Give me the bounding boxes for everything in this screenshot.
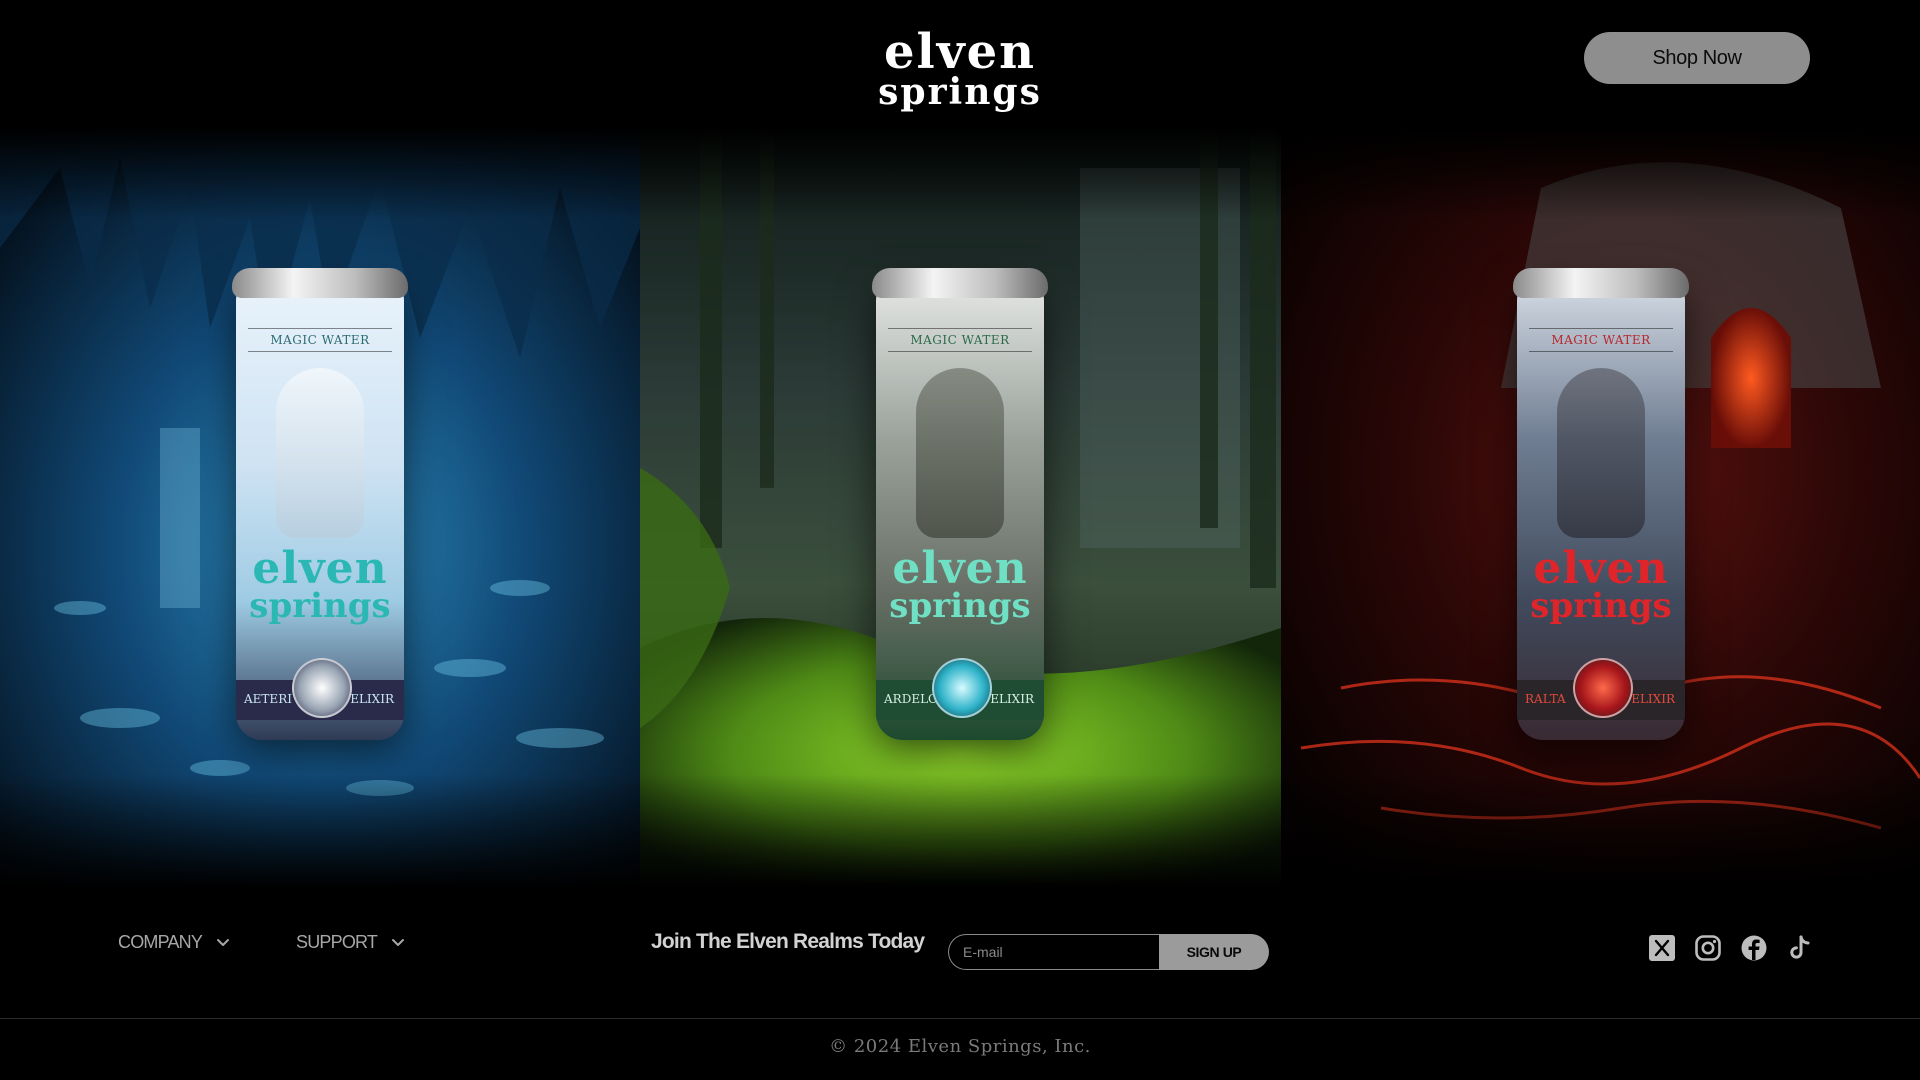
can-body: Magic Water Elven Springs Aeteri Elixir — [236, 278, 404, 740]
facebook-icon[interactable] — [1740, 934, 1768, 962]
can-brand: Elven Springs — [1517, 543, 1685, 626]
brand-logo[interactable]: Elven Springs — [860, 28, 1060, 118]
product-showcase: Magic Water Elven Springs Aeteri Elixir — [0, 128, 1920, 888]
can-tagline: Magic Water — [248, 328, 392, 352]
x-icon[interactable] — [1648, 934, 1676, 962]
can-flavor-type: Elixir — [350, 692, 394, 706]
chevron-down-icon — [392, 939, 405, 946]
newsletter-heading: Join The Elven Realms Today — [651, 930, 925, 953]
logo-line-2: Springs — [878, 71, 1042, 113]
shop-now-button[interactable]: Shop Now — [1584, 32, 1810, 84]
support-menu[interactable]: SUPPORT — [296, 924, 405, 960]
company-menu-label: COMPANY — [118, 931, 203, 952]
can-tagline: Magic Water — [888, 328, 1032, 352]
product-panel-lava[interactable]: Magic Water Elven Springs Ralta Elixir — [1281, 128, 1920, 888]
can-brand-line-1: Elven — [252, 543, 388, 594]
can-flavor-type: Elixir — [990, 692, 1034, 706]
can-rim — [232, 268, 408, 298]
instagram-icon[interactable] — [1694, 934, 1722, 962]
can-body: Magic Water Elven Springs Ardelorc Elixi… — [876, 278, 1044, 740]
can-tagline: Magic Water — [1529, 328, 1673, 352]
elf-artwork — [276, 368, 364, 538]
chevron-down-icon — [217, 939, 230, 946]
elf-artwork — [1557, 368, 1645, 538]
signup-button[interactable]: SIGN UP — [1159, 934, 1269, 970]
can-brand: Elven Springs — [236, 543, 404, 626]
can-rim — [1513, 268, 1689, 298]
site-footer: COMPANY SUPPORT Join The Elven Realms To… — [0, 888, 1920, 1020]
can-ralta[interactable]: Magic Water Elven Springs Ralta Elixir — [1513, 268, 1689, 750]
site-header: Elven Springs Shop Now — [0, 0, 1920, 128]
dragon-emblem-icon — [1573, 658, 1633, 718]
logo-line-1: Elven — [883, 24, 1037, 80]
can-brand-line-2: Springs — [1530, 585, 1672, 626]
owl-emblem-icon — [292, 658, 352, 718]
can-brand-line-2: Springs — [889, 585, 1031, 626]
social-links — [1648, 934, 1814, 966]
can-brand: Elven Springs — [876, 543, 1044, 626]
can-brand-line-1: Elven — [1533, 543, 1669, 594]
support-menu-label: SUPPORT — [296, 931, 378, 952]
tiktok-icon[interactable] — [1786, 934, 1814, 962]
can-body: Magic Water Elven Springs Ralta Elixir — [1517, 278, 1685, 740]
can-aeteri[interactable]: Magic Water Elven Springs Aeteri Elixir — [232, 268, 408, 750]
email-input[interactable] — [948, 934, 1159, 970]
can-rim — [872, 268, 1048, 298]
wolf-emblem-icon — [932, 658, 992, 718]
product-panel-forest[interactable]: Magic Water Elven Springs Ardelorc Elixi… — [640, 128, 1281, 888]
can-flavor-name: Ralta — [1525, 692, 1566, 706]
can-brand-line-1: Elven — [892, 543, 1028, 594]
copyright-text: © 2024 Elven Springs, Inc. — [829, 1036, 1091, 1057]
product-panel-ice[interactable]: Magic Water Elven Springs Aeteri Elixir — [0, 128, 640, 888]
newsletter-form: SIGN UP — [948, 934, 1269, 970]
footer-divider — [0, 1018, 1920, 1019]
company-menu[interactable]: COMPANY — [118, 924, 230, 960]
can-brand-line-2: Springs — [249, 585, 391, 626]
can-flavor-name: Aeteri — [244, 692, 292, 706]
can-flavor-type: Elixir — [1631, 692, 1675, 706]
can-ardelorc[interactable]: Magic Water Elven Springs Ardelorc Elixi… — [872, 268, 1048, 750]
elf-artwork — [916, 368, 1004, 538]
